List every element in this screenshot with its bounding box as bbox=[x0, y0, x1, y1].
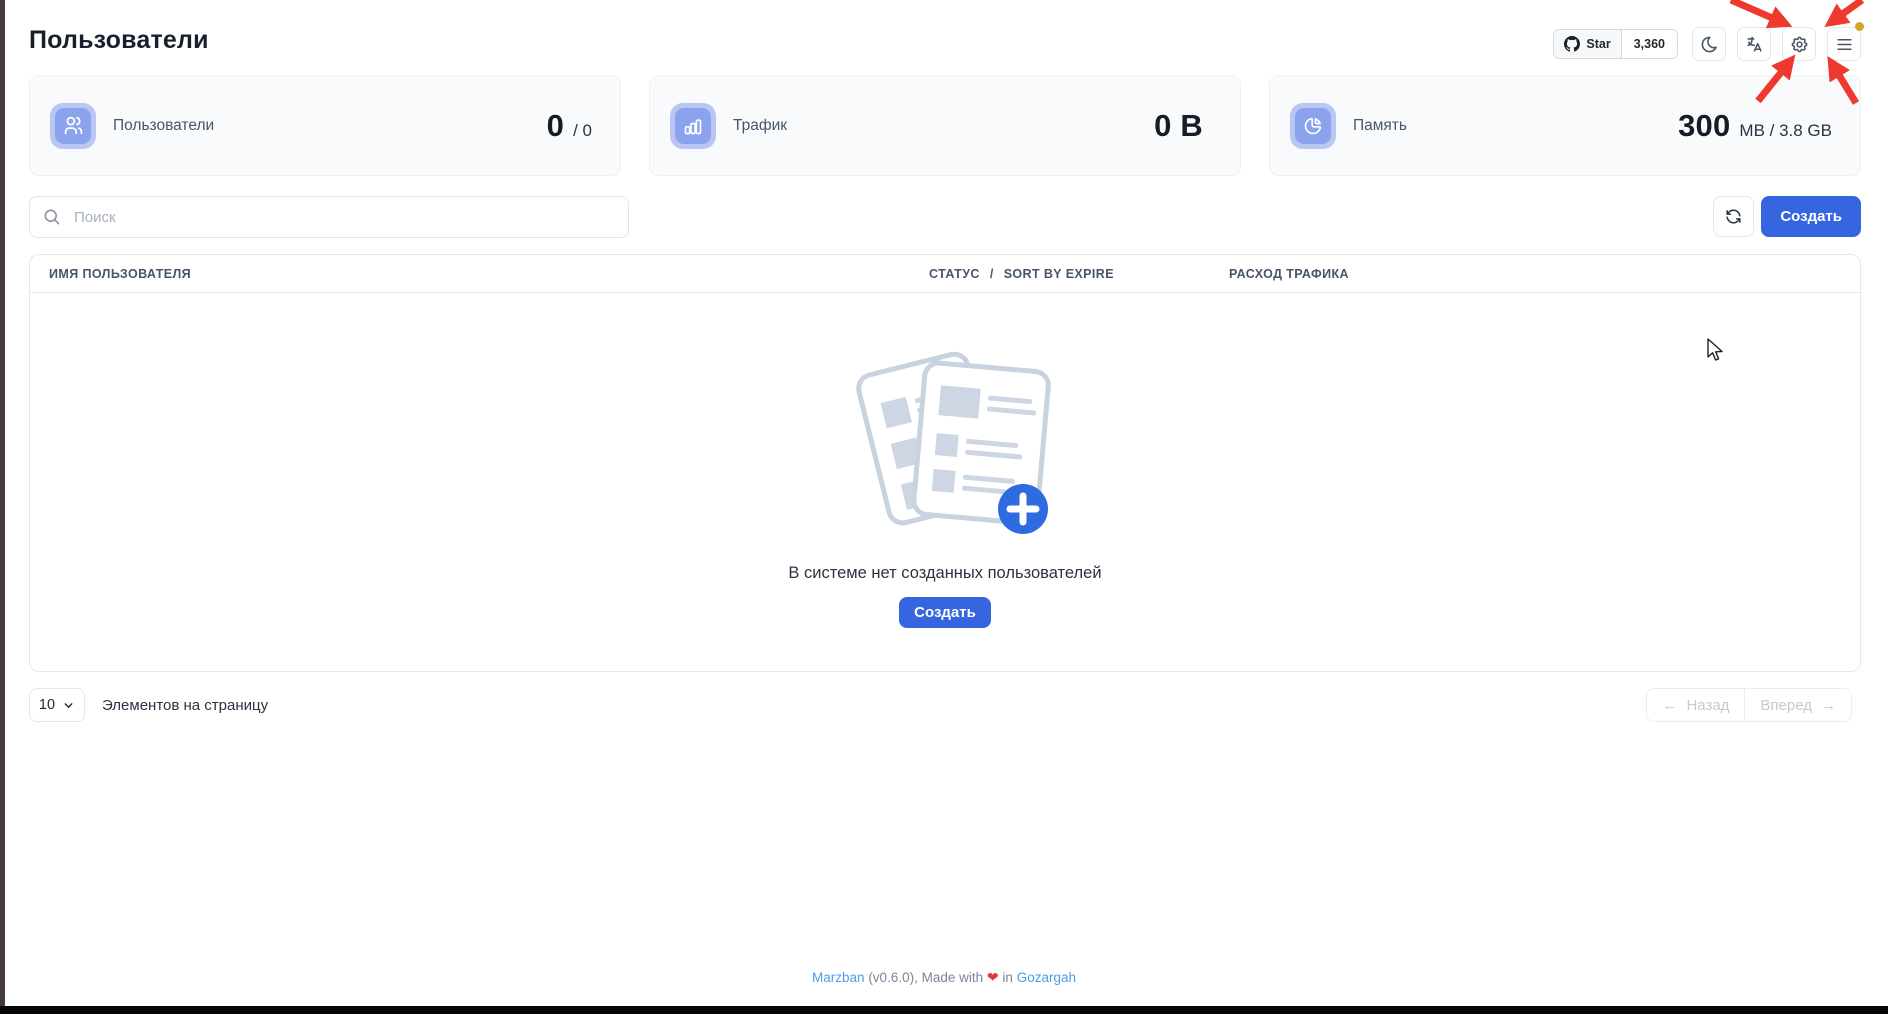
create-user-button[interactable]: Создать bbox=[1761, 196, 1861, 237]
stat-suffix: / 0 bbox=[573, 121, 592, 141]
empty-documents-illustration bbox=[839, 349, 1051, 546]
per-page-label: Элементов на страницу bbox=[102, 697, 268, 714]
empty-create-button[interactable]: Создать bbox=[899, 597, 991, 628]
pagination-bar: 10 Элементов на страницу ← Назад Вперед … bbox=[29, 688, 1861, 724]
dark-mode-toggle-button[interactable] bbox=[1692, 27, 1726, 61]
hamburger-icon bbox=[1835, 35, 1854, 54]
stat-value: 0 bbox=[547, 108, 564, 144]
language-button[interactable] bbox=[1737, 27, 1771, 61]
column-header-status-expire[interactable]: СТАТУС / SORT BY EXPIRE bbox=[929, 267, 1114, 281]
arrow-right-icon: → bbox=[1821, 697, 1836, 714]
stat-label: Трафик bbox=[733, 117, 787, 135]
notification-dot bbox=[1855, 22, 1864, 31]
column-header-traffic[interactable]: РАСХОД ТРАФИКА bbox=[1229, 267, 1349, 281]
column-header-username[interactable]: ИМЯ ПОЛЬЗОВАТЕЛЯ bbox=[49, 267, 191, 281]
refresh-icon bbox=[1724, 207, 1743, 226]
window-left-edge bbox=[0, 0, 5, 1014]
page-title: Пользователи bbox=[29, 26, 209, 55]
gear-icon bbox=[1790, 35, 1809, 54]
footer-in: in bbox=[1002, 970, 1013, 985]
footer-made-with: Made with bbox=[922, 970, 984, 985]
github-icon bbox=[1564, 36, 1580, 52]
gozargah-link[interactable]: Gozargah bbox=[1017, 970, 1076, 985]
stat-card-memory: Память 300 MB / 3.8 GB bbox=[1269, 75, 1861, 176]
stat-value: 0 B bbox=[1154, 108, 1203, 144]
stat-suffix: MB / 3.8 GB bbox=[1739, 121, 1832, 141]
heart-icon: ❤ bbox=[987, 969, 999, 985]
page-nav-group: ← Назад Вперед → bbox=[1646, 688, 1852, 722]
users-table: ИМЯ ПОЛЬЗОВАТЕЛЯ СТАТУС / SORT BY EXPIRE… bbox=[29, 254, 1861, 672]
footer: Marzban (v0.6.0), Made with ❤ in Gozarga… bbox=[0, 969, 1888, 986]
stat-card-traffic: Трафик 0 B bbox=[649, 75, 1241, 176]
table-body: В системе нет созданных пользователей Со… bbox=[30, 293, 1860, 671]
search-field-wrap bbox=[29, 196, 629, 238]
prev-page-button[interactable]: ← Назад bbox=[1647, 689, 1745, 721]
github-star-label: Star bbox=[1586, 37, 1610, 51]
page-size-select[interactable]: 10 bbox=[29, 688, 85, 722]
users-icon bbox=[55, 108, 91, 144]
moon-icon bbox=[1700, 35, 1719, 54]
footer-version: (v0.6.0), bbox=[868, 970, 918, 985]
settings-button[interactable] bbox=[1782, 27, 1816, 61]
github-star-count[interactable]: 3,360 bbox=[1622, 30, 1677, 58]
topbar: Star 3,360 bbox=[1553, 27, 1861, 61]
stat-card-users: Пользователи 0 / 0 bbox=[29, 75, 621, 176]
menu-button[interactable] bbox=[1827, 27, 1861, 61]
bar-chart-icon bbox=[675, 108, 711, 144]
stats-row: Пользователи 0 / 0 Трафик 0 B Память 300 M… bbox=[29, 75, 1861, 176]
chevron-down-icon bbox=[62, 699, 75, 712]
pie-chart-icon bbox=[1295, 108, 1331, 144]
next-page-button[interactable]: Вперед → bbox=[1745, 689, 1851, 721]
github-star-button[interactable]: Star bbox=[1554, 30, 1621, 58]
empty-state-message: В системе нет созданных пользователей bbox=[788, 564, 1101, 583]
github-star-widget[interactable]: Star 3,360 bbox=[1553, 29, 1678, 59]
table-header-row: ИМЯ ПОЛЬЗОВАТЕЛЯ СТАТУС / SORT BY EXPIRE… bbox=[30, 255, 1860, 293]
stat-label: Память bbox=[1353, 117, 1407, 135]
translate-icon bbox=[1745, 35, 1764, 54]
marzban-link[interactable]: Marzban bbox=[812, 970, 865, 985]
search-input[interactable] bbox=[29, 196, 629, 238]
toolbar-actions: Создать bbox=[1713, 196, 1861, 237]
stat-value: 300 bbox=[1678, 108, 1730, 144]
empty-state: В системе нет созданных пользователей Со… bbox=[30, 349, 1860, 628]
refresh-button[interactable] bbox=[1713, 196, 1754, 237]
stat-label: Пользователи bbox=[113, 117, 214, 135]
arrow-left-icon: ← bbox=[1662, 697, 1677, 714]
marzban-users-page: Пользователи Star 3,360 bbox=[0, 0, 1888, 1014]
window-bottom-edge bbox=[0, 1006, 1888, 1014]
